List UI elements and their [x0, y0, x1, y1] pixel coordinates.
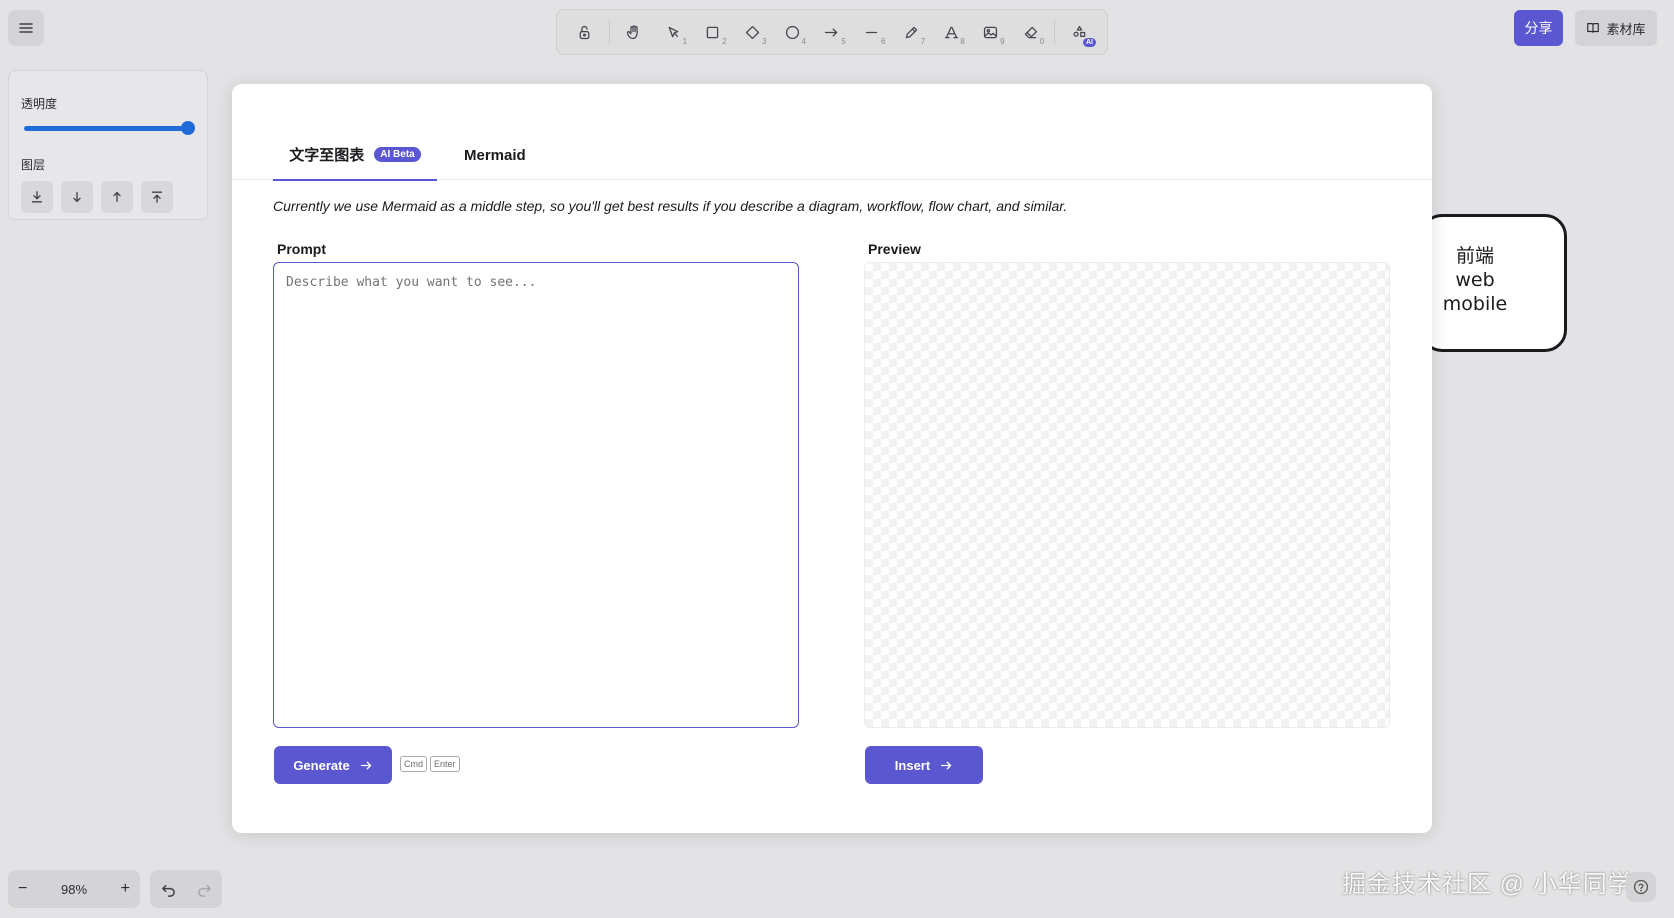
lock-icon: [579, 25, 590, 39]
zoom-controls: − 98% +: [8, 870, 140, 908]
toolbar-divider: [1054, 20, 1056, 44]
diamond-tool[interactable]: 3: [733, 14, 773, 50]
layer-controls: [21, 181, 195, 213]
kbd-cmd: Cmd: [400, 756, 428, 772]
help-button[interactable]: [1626, 872, 1656, 902]
lock-tool[interactable]: [565, 14, 605, 50]
tool-shortcut: 6: [881, 37, 886, 46]
history-controls: [150, 870, 222, 908]
send-to-back-icon: [31, 191, 43, 203]
text-to-diagram-dialog: 文字至图表 AI Beta Mermaid Currently we use M…: [232, 84, 1432, 833]
insert-label: Insert: [894, 757, 931, 773]
opacity-slider[interactable]: [21, 120, 195, 136]
preview-canvas: [864, 262, 1390, 728]
hand-icon: [626, 24, 638, 39]
tab-text-to-diagram[interactable]: 文字至图表 AI Beta: [273, 130, 437, 181]
tool-shortcut: 5: [841, 37, 846, 46]
send-to-back-button[interactable]: [21, 181, 53, 213]
line-icon: [865, 31, 878, 33]
canvas-shape-text[interactable]: 前端 web mobile: [1420, 244, 1530, 316]
tool-shortcut: 4: [801, 37, 807, 46]
image-tool[interactable]: 9: [971, 14, 1011, 50]
send-backward-button[interactable]: [61, 181, 93, 213]
tool-shortcut: 9: [1000, 37, 1005, 46]
kbd-enter: Enter: [430, 756, 460, 772]
ellipse-tool[interactable]: 4: [772, 14, 812, 50]
share-button[interactable]: 分享: [1514, 10, 1563, 46]
help-icon: [1633, 879, 1649, 895]
bring-to-front-icon: [151, 191, 163, 203]
tab-label: Mermaid: [464, 146, 526, 164]
ai-badge: AI: [1082, 38, 1096, 47]
arrow-up-icon: [113, 191, 121, 203]
selection-tool[interactable]: 1: [653, 14, 693, 50]
text-tool[interactable]: 8: [931, 14, 971, 50]
image-icon: [984, 26, 998, 38]
library-button[interactable]: 素材库: [1575, 10, 1657, 46]
preview-label: Preview: [868, 241, 921, 257]
dialog-description: Currently we use Mermaid as a middle ste…: [273, 198, 1068, 214]
pencil-icon: [905, 26, 918, 38]
tool-bar: 1 2 3 4 5 6 7 8 9 0 AI: [556, 9, 1108, 55]
eraser-tool[interactable]: 0: [1011, 14, 1051, 50]
ai-tools-button[interactable]: AI: [1059, 14, 1099, 50]
zoom-level[interactable]: 98%: [61, 882, 87, 897]
pointer-icon: [668, 26, 679, 37]
library-label: 素材库: [1606, 21, 1646, 37]
shape-text-line: 前端: [1455, 245, 1494, 267]
tool-shortcut: 0: [1039, 37, 1045, 46]
watermark: 掘金技术社区 @ 小华同学ai: [1342, 871, 1654, 898]
arrow-right-icon: [360, 761, 371, 769]
zoom-in-button[interactable]: +: [121, 880, 130, 898]
tool-shortcut: 2: [722, 37, 727, 46]
layers-label: 图层: [21, 158, 46, 172]
shape-text-line: mobile: [1442, 293, 1508, 315]
arrow-tool[interactable]: 5: [812, 14, 852, 50]
shortcut-hint: Cmd Enter: [400, 756, 460, 772]
properties-panel: 透明度 图层: [8, 70, 208, 220]
tool-shortcut: 7: [920, 37, 926, 46]
dialog-tabs: 文字至图表 AI Beta Mermaid: [232, 130, 1432, 181]
diamond-icon: [746, 25, 760, 39]
prompt-label: Prompt: [277, 241, 326, 257]
insert-button[interactable]: Insert: [865, 746, 983, 784]
draw-tool[interactable]: 7: [892, 14, 932, 50]
book-icon: [1587, 23, 1600, 33]
opacity-label: 透明度: [21, 97, 58, 111]
arrow-right-icon: [941, 761, 952, 769]
tool-shortcut: 1: [682, 37, 688, 46]
ai-beta-badge: AI Beta: [374, 147, 421, 162]
hand-tool[interactable]: [614, 14, 654, 50]
eraser-icon: [1024, 26, 1037, 38]
redo-icon[interactable]: [197, 882, 212, 897]
arrow-icon: [825, 27, 838, 37]
toolbar-divider: [608, 20, 610, 44]
rectangle-icon: [707, 26, 719, 38]
hamburger-icon: [19, 23, 33, 33]
main-menu-button[interactable]: [8, 10, 44, 46]
generate-button[interactable]: Generate: [274, 746, 392, 784]
slider-track: [24, 126, 192, 131]
tab-mermaid[interactable]: Mermaid: [454, 130, 536, 180]
bring-to-front-button[interactable]: [141, 181, 173, 213]
zoom-out-button[interactable]: −: [18, 880, 27, 898]
tool-shortcut: 3: [761, 37, 767, 46]
bring-forward-button[interactable]: [101, 181, 133, 213]
text-icon: [944, 26, 958, 38]
line-tool[interactable]: 6: [852, 14, 892, 50]
slider-thumb[interactable]: [181, 121, 195, 135]
generate-label: Generate: [293, 757, 350, 773]
arrow-down-icon: [73, 191, 81, 203]
prompt-input[interactable]: [273, 262, 799, 728]
shape-text-line: web: [1455, 269, 1495, 291]
rectangle-tool[interactable]: 2: [693, 14, 733, 50]
ellipse-icon: [785, 25, 799, 39]
tool-shortcut: 8: [960, 37, 965, 46]
tab-label: 文字至图表: [289, 147, 365, 164]
undo-icon[interactable]: [161, 882, 176, 897]
